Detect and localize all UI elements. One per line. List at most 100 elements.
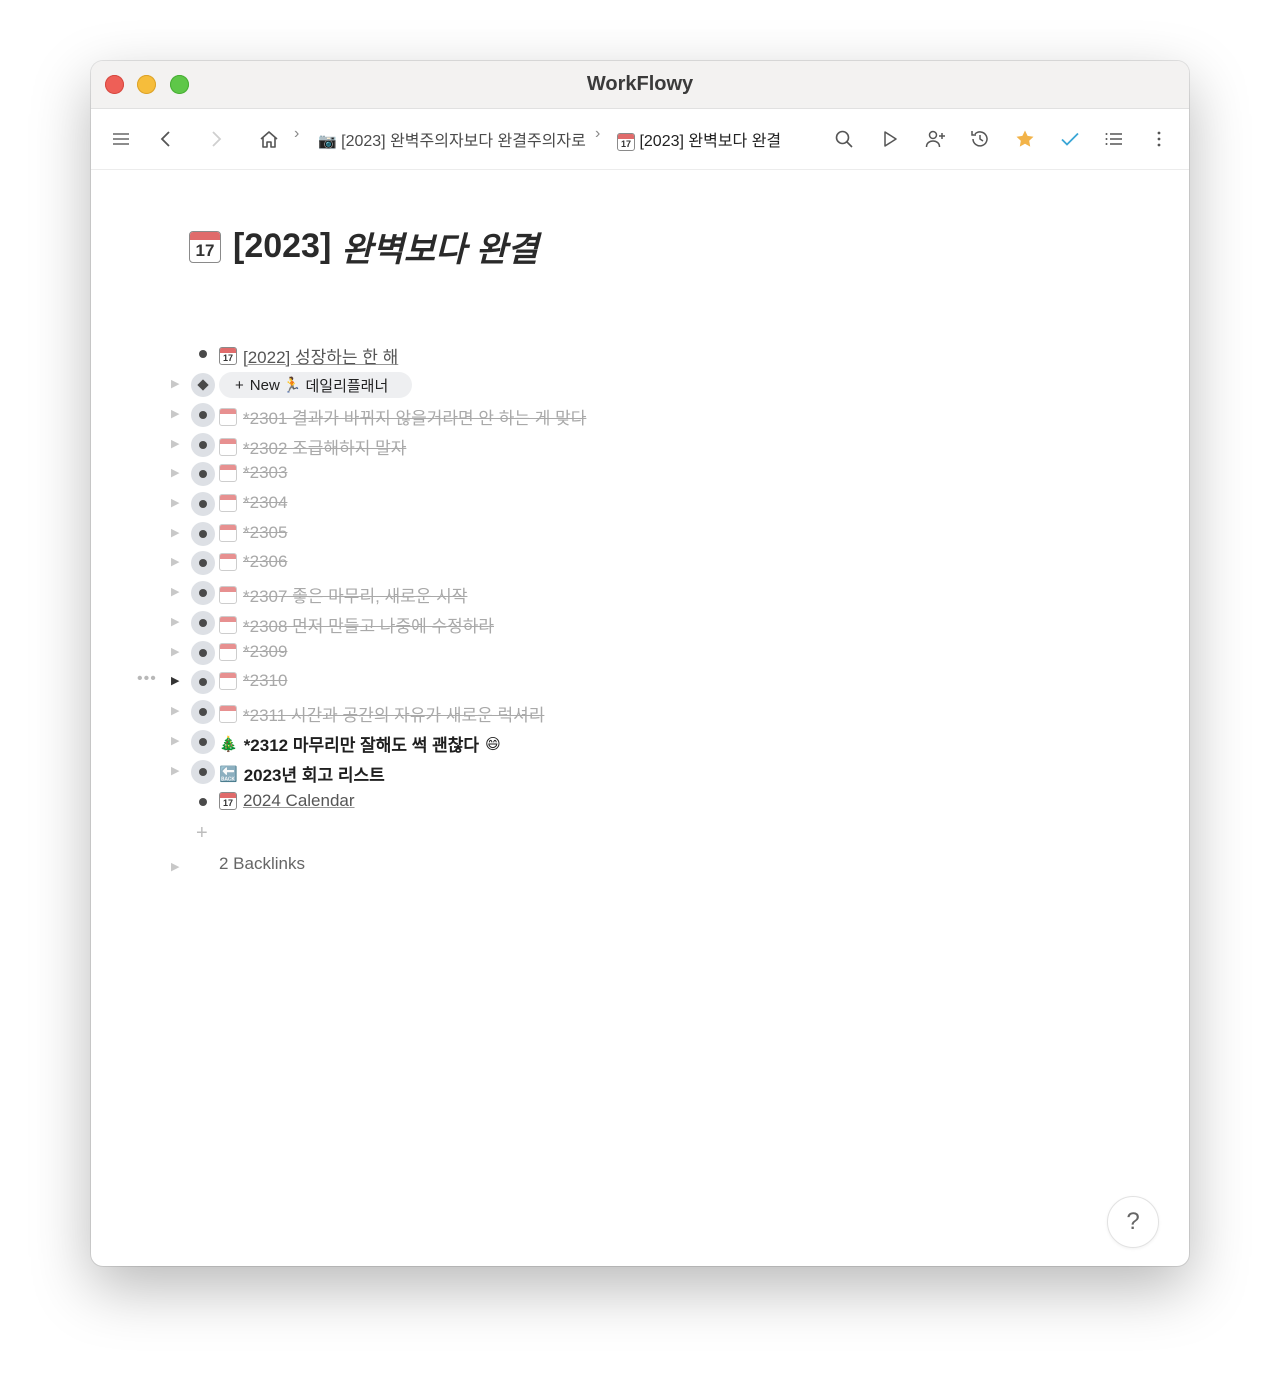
item-label[interactable]: *2302 조급해하지 말자 — [243, 434, 406, 459]
list-icon[interactable] — [1100, 125, 1128, 153]
list-item[interactable]: ▶ *2305 — [91, 521, 1091, 547]
calendar-icon — [219, 704, 237, 723]
new-daily-planner-button[interactable]: + New 🏃 데일리플래너 — [219, 372, 413, 398]
calendar-icon — [219, 464, 237, 482]
item-label[interactable]: *2309 — [243, 642, 287, 662]
calendar-icon — [219, 643, 237, 661]
list-item[interactable]: ▶ 🔙 2023년 회고 리스트 — [91, 759, 1091, 785]
plus-icon: + — [235, 376, 244, 394]
list-item[interactable]: ▶ *2311 시간과 공간의 자유가 새로운 럭셔리 — [91, 699, 1091, 725]
item-label[interactable]: [2022] 성장하는 한 해 — [243, 343, 398, 368]
list-item[interactable]: ▶ *2306 — [91, 550, 1091, 576]
list-item[interactable]: ▶ *2301 결과가 바뀌지 않을거라면 안 하는 게 맞다 — [91, 402, 1091, 428]
calendar-icon: 17 — [189, 230, 221, 263]
play-icon[interactable] — [876, 125, 904, 153]
grinning-face-icon: 😄 — [485, 735, 501, 753]
list-item[interactable]: ▶ 🎄 *2312 마무리만 잘해도 썩 괜찮다 😄 — [91, 729, 1091, 755]
bullet[interactable] — [191, 611, 215, 635]
list-item[interactable]: ▶ *2304 — [91, 491, 1091, 517]
list-item[interactable]: ▶ *2309 — [91, 640, 1091, 666]
page-title[interactable]: 17 [2023] 완벽보다 완결 — [189, 222, 538, 271]
expand-arrow-icon[interactable]: ▶ — [171, 734, 179, 747]
expand-arrow-icon[interactable]: ▶ — [171, 585, 179, 598]
list-item[interactable]: ••• ▶ *2310 — [91, 669, 1091, 695]
bullet[interactable] — [191, 730, 215, 754]
backlinks-expand-icon[interactable]: ▶ — [171, 860, 179, 873]
item-label[interactable]: *2310 — [243, 671, 287, 691]
list-item[interactable]: 17 [2022] 성장하는 한 해 — [91, 341, 1091, 367]
bullet[interactable] — [191, 551, 215, 575]
expand-arrow-icon[interactable]: ▶ — [171, 615, 179, 628]
item-label[interactable]: *2306 — [243, 552, 287, 572]
item-label[interactable]: *2305 — [243, 523, 287, 543]
calendar-icon — [219, 615, 237, 634]
bullet[interactable] — [191, 462, 215, 486]
bullet[interactable] — [191, 641, 215, 665]
bullet[interactable] — [191, 790, 215, 814]
bullet[interactable] — [191, 403, 215, 427]
history-icon[interactable] — [966, 125, 994, 153]
item-label[interactable]: *2311 시간과 공간의 자유가 새로운 럭셔리 — [243, 701, 544, 726]
expand-arrow-icon[interactable]: ▶ — [171, 555, 179, 568]
calendar-icon — [219, 585, 237, 604]
list-item[interactable]: ▶ *2303 — [91, 461, 1091, 487]
item-label[interactable]: *2301 결과가 바뀌지 않을거라면 안 하는 게 맞다 — [243, 404, 586, 429]
expand-arrow-icon[interactable]: ▶ — [171, 704, 179, 717]
breadcrumb-item-2[interactable]: 17 [2023] 완벽보다 완결 — [617, 127, 781, 151]
item-label[interactable]: *2308 먼저 만들고 나중에 수정하라 — [243, 612, 494, 637]
item-label[interactable]: *2307 좋은 마무리, 새로운 시작 — [243, 582, 467, 607]
breadcrumb-item-1[interactable]: 📷 [2023] 완벽주의자보다 완결주의자로 — [318, 127, 586, 151]
expand-arrow-icon[interactable]: ▶ — [171, 377, 179, 390]
expand-arrow-icon[interactable]: ▶ — [171, 526, 179, 539]
back-arrow-icon[interactable] — [152, 125, 180, 153]
forward-arrow-icon[interactable] — [202, 125, 230, 153]
item-label[interactable]: *2303 — [243, 463, 287, 483]
bullet[interactable] — [191, 373, 215, 397]
add-person-icon[interactable] — [921, 125, 949, 153]
item-options-icon[interactable]: ••• — [137, 670, 157, 688]
search-icon[interactable] — [830, 125, 858, 153]
document-content: 17 [2023] 완벽보다 완결 17 [2022] 성장하는 한 해 ▶ +… — [91, 170, 1189, 1266]
expand-arrow-icon[interactable]: ▶ — [171, 674, 179, 687]
bullet[interactable] — [191, 342, 215, 366]
bullet[interactable] — [191, 492, 215, 516]
bullet[interactable] — [191, 433, 215, 457]
more-options-icon[interactable] — [1145, 125, 1173, 153]
breadcrumb-separator-icon: › — [294, 125, 300, 142]
expand-arrow-icon[interactable]: ▶ — [171, 407, 179, 420]
bullet[interactable] — [191, 581, 215, 605]
item-label[interactable]: *2304 — [243, 493, 287, 513]
item-label[interactable]: 2023년 회고 리스트 — [244, 761, 385, 786]
calendar-icon — [219, 407, 237, 426]
menu-icon[interactable] — [107, 125, 135, 153]
star-icon[interactable] — [1011, 125, 1039, 153]
calendar-icon — [219, 437, 237, 456]
check-icon[interactable] — [1056, 125, 1084, 153]
expand-arrow-icon[interactable]: ▶ — [171, 437, 179, 450]
calendar-icon — [219, 494, 237, 512]
page-title-prefix: [2023] — [233, 227, 332, 265]
list-item[interactable]: 17 2024 Calendar — [91, 789, 1091, 815]
expand-arrow-icon[interactable]: ▶ — [171, 645, 179, 658]
list-item[interactable]: ▶ *2302 조급해하지 말자 — [91, 432, 1091, 458]
calendar-icon — [219, 524, 237, 542]
bullet[interactable] — [191, 700, 215, 724]
list-item[interactable]: ▶ *2308 먼저 만들고 나중에 수정하라 — [91, 610, 1091, 636]
home-icon[interactable] — [255, 125, 283, 153]
add-item-icon[interactable]: + — [196, 822, 208, 845]
title-bar: WorkFlowy — [91, 61, 1189, 109]
expand-arrow-icon[interactable]: ▶ — [171, 764, 179, 777]
expand-arrow-icon[interactable]: ▶ — [171, 466, 179, 479]
help-button[interactable]: ? — [1107, 1196, 1159, 1248]
camera-icon: 📷 — [318, 133, 337, 150]
item-label[interactable]: 2024 Calendar — [243, 791, 355, 811]
list-item[interactable]: ▶ + New 🏃 데일리플래너 — [91, 372, 1091, 398]
item-label[interactable]: *2312 마무리만 잘해도 썩 괜찮다 — [244, 731, 479, 756]
bullet[interactable] — [191, 760, 215, 784]
breadcrumb-label: [2023] 완벽주의자보다 완결주의자로 — [341, 133, 586, 150]
expand-arrow-icon[interactable]: ▶ — [171, 496, 179, 509]
bullet[interactable] — [191, 670, 215, 694]
backlinks-toggle[interactable]: 2 Backlinks — [219, 854, 305, 874]
list-item[interactable]: ▶ *2307 좋은 마무리, 새로운 시작 — [91, 580, 1091, 606]
bullet[interactable] — [191, 522, 215, 546]
